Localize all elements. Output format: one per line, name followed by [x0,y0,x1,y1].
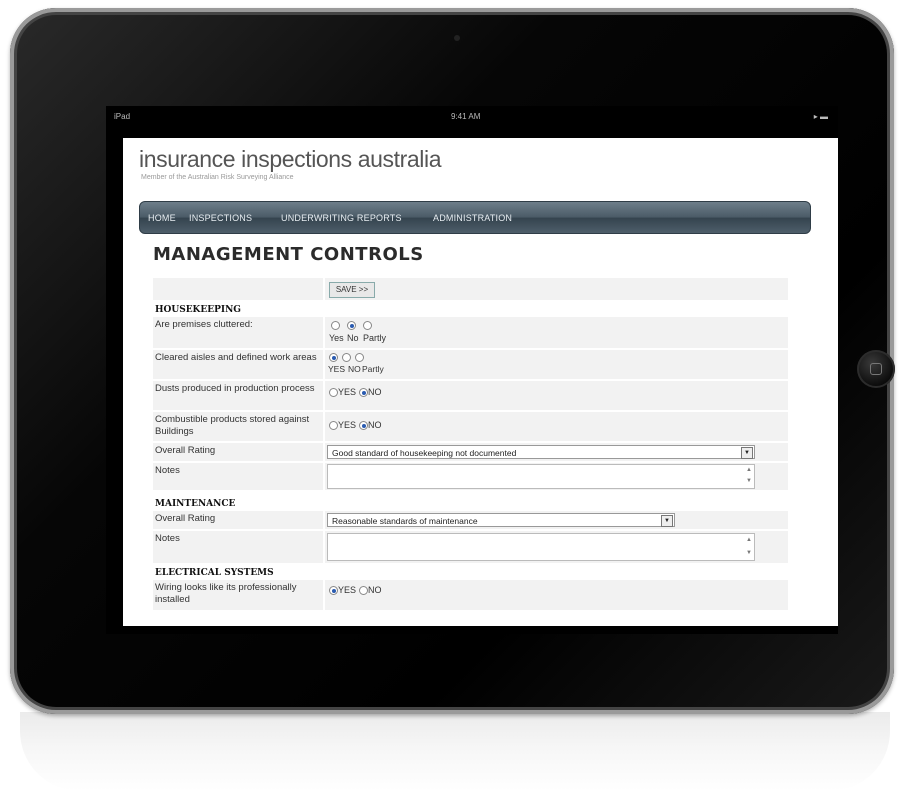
chevron-down-icon[interactable]: ▼ [741,447,753,459]
housekeeping-rating-select[interactable]: Good standard of housekeeping not docume… [327,445,755,459]
maintenance-rating-cell: Reasonable standards of maintenance ▼ [325,511,788,529]
maintenance-rating-select[interactable]: Reasonable standards of maintenance ▼ [327,513,675,527]
combustible-yes-label: YES [338,420,357,430]
section-heading-maintenance: MAINTENANCE [153,496,323,510]
web-page: insurance inspections australia Member o… [123,138,838,626]
maintenance-notes-label: Notes [153,531,323,563]
cluttered-no-label: No [347,333,359,343]
save-row-control-cell: SAVE >> [325,278,788,300]
combustible-no-radio[interactable] [359,421,368,430]
nav-administration[interactable]: ADMINISTRATION [433,213,512,223]
save-button[interactable]: SAVE >> [329,282,375,298]
maintenance-notes-textarea[interactable]: ▲ ▼ [327,533,755,561]
dusts-no-label: NO [368,387,382,397]
housekeeping-rating-cell: Good standard of housekeeping not docume… [325,443,788,461]
scroll-down-icon[interactable]: ▼ [746,550,752,556]
site-title[interactable]: insurance inspections australia [139,146,442,173]
home-square-icon [870,363,882,375]
main-nav: HOME INSPECTIONS UNDERWRITING REPORTS AD… [139,201,811,234]
cluttered-partly-label: Partly [363,333,387,343]
maintenance-rating-label: Overall Rating [153,511,323,529]
chevron-down-icon[interactable]: ▼ [661,515,673,527]
nav-inspections[interactable]: INSPECTIONS [189,213,252,223]
status-time: 9:41 AM [451,112,481,121]
combustible-no-label: NO [368,420,382,430]
combustible-yes-radio[interactable] [329,421,338,430]
site-tagline: Member of the Australian Risk Surveying … [141,174,294,181]
dusts-yes-label: YES [338,387,357,397]
scroll-up-icon[interactable]: ▲ [746,537,752,543]
wiring-yes-label: YES [338,585,357,595]
section-heading-electrical: ELECTRICAL SYSTEMS [153,565,323,579]
dusts-yes-radio[interactable] [329,388,338,397]
housekeeping-rating-value: Good standard of housekeeping not docume… [332,448,517,458]
cluttered-yes-radio[interactable] [331,321,340,330]
wiring-radio-group: YES NO [325,580,788,610]
save-row-label-cell [153,278,323,300]
cluttered-radio-group: Yes No Partly [325,317,788,348]
dusts-no-radio[interactable] [359,388,368,397]
maintenance-notes-cell: ▲ ▼ [325,531,788,563]
home-button[interactable] [857,350,895,388]
status-bar: iPad 9:41 AM ▸ ▬ [106,106,838,126]
wiring-no-radio[interactable] [359,586,368,595]
housekeeping-notes-cell: ▲ ▼ [325,463,788,490]
cluttered-no-radio[interactable] [347,321,356,330]
ipad-frame: iPad 9:41 AM ▸ ▬ insurance inspections a… [10,8,895,714]
scroll-up-icon[interactable]: ▲ [746,467,752,473]
front-camera [454,35,460,41]
aisles-no-radio[interactable] [342,353,351,362]
cluttered-label: Are premises cluttered: [153,317,323,348]
maintenance-rating-value: Reasonable standards of maintenance [332,516,478,526]
cluttered-yes-label: Yes [329,333,344,343]
aisles-partly-label: Partly [362,364,384,374]
page-title: MANAGEMENT CONTROLS [153,244,424,265]
aisles-yes-label: YES [328,364,346,374]
device-screen: iPad 9:41 AM ▸ ▬ insurance inspections a… [106,106,838,634]
housekeeping-notes-label: Notes [153,463,323,490]
aisles-yes-radio[interactable] [329,353,338,362]
device-name: iPad [114,112,131,121]
nav-home[interactable]: HOME [148,213,176,223]
wiring-no-label: NO [368,585,382,595]
aisles-radio-group: YES NO Partly [325,350,788,379]
device-reflection [20,712,890,791]
combustible-radio-group: YES NO [325,412,788,441]
combustible-label: Combustible products stored against Buil… [153,412,323,441]
battery-icon: ▸ ▬ [813,112,828,121]
aisles-partly-radio[interactable] [355,353,364,362]
wiring-label: Wiring looks like its professionally ins… [153,580,323,610]
dusts-label: Dusts produced in production process [153,381,323,410]
wiring-yes-radio[interactable] [329,586,338,595]
section-heading-housekeeping: HOUSEKEEPING [153,302,323,316]
housekeeping-rating-label: Overall Rating [153,443,323,461]
nav-underwriting-reports[interactable]: UNDERWRITING REPORTS [281,213,402,223]
aisles-label: Cleared aisles and defined work areas [153,350,323,379]
cluttered-partly-radio[interactable] [363,321,372,330]
aisles-no-label: NO [348,364,361,374]
scroll-down-icon[interactable]: ▼ [746,478,752,484]
housekeeping-notes-textarea[interactable]: ▲ ▼ [327,464,755,489]
dusts-radio-group: YES NO [325,381,788,410]
